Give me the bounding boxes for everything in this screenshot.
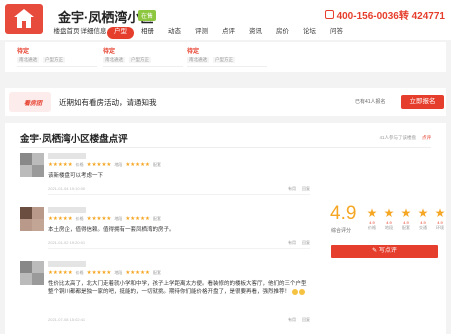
floorplan-tag: 南北通透	[103, 57, 125, 63]
star-icon: ★★★★★	[125, 162, 150, 168]
avatar	[20, 261, 44, 285]
main-nav: 楼盘首页 详细信息 户型 相册 动态 评测 点评 资讯 房价 论坛 问答	[53, 27, 350, 39]
review-item: ★★★★★ 价格 ★★★★★ 地段 ★★★★★ 配套 该新楼盘可以考虑一下 20…	[20, 153, 310, 197]
phone-icon	[324, 10, 334, 19]
star-icon: ★★★★★	[48, 162, 73, 168]
review-text: 本土房企，值得信赖。值得拥有一套凤栖湾的房子。	[48, 227, 175, 233]
star-icon: ★★★★★	[86, 270, 112, 276]
phone-number[interactable]: 400-156-0036转 424771	[324, 7, 445, 22]
review-actions: 有用 回复	[288, 240, 310, 246]
header: 金宇·凤栖湾小区 在售 400-156-0036转 424771 楼盘首页 详细…	[0, 0, 451, 40]
star-icon: ★	[434, 206, 446, 220]
star-icon: ★★★★★	[48, 270, 73, 276]
floorplan-tag: 户型方正	[213, 57, 235, 63]
star-icon: ★	[417, 206, 429, 220]
review-date: 2021-01-04 19:10:00	[48, 186, 86, 191]
house-icon	[14, 9, 34, 17]
star-icon: ★★★★★	[125, 216, 150, 222]
reviews-participant-count: 41人参与了该楼盘	[379, 135, 416, 140]
smile-emoji-icon	[299, 288, 306, 295]
nav-price[interactable]: 房价	[269, 27, 296, 39]
floorplan-tag: 户型方正	[43, 57, 65, 63]
star-icon: ★★★★★	[86, 162, 112, 168]
review-date: 2021-01-02 19:20:01	[48, 240, 86, 245]
useful-button[interactable]: 有用	[288, 186, 296, 192]
star-icon: ★★★★★	[48, 216, 73, 222]
smile-emoji-icon	[291, 288, 298, 295]
review-stars: ★★★★★ 价格 ★★★★★ 地段 ★★★★★ 配套	[48, 270, 161, 276]
nav-articles[interactable]: 资讯	[242, 27, 269, 39]
review-text: 性价比太高了，北大门走着就小学和中学，孩子上学距离太方便。看装修的的楼板大客厅，…	[48, 281, 307, 295]
signup-count: 已有41人报名	[355, 99, 386, 105]
star-icon: ★	[400, 206, 412, 220]
floorplan-card[interactable]: 待定 南北通透 户型方正	[103, 46, 183, 67]
star-icon: ★★★★★	[86, 216, 112, 222]
star-icon: ★★★★★	[125, 270, 150, 276]
floorplan-card[interactable]: 待定 南北通透 户型方正	[187, 46, 267, 67]
phone-text: 400-156-0036转 424771	[336, 11, 445, 22]
edit-icon: ✎	[372, 248, 379, 254]
viewing-tour-icon: 看房团	[9, 92, 51, 112]
floorplan-tag: 南北通透	[187, 57, 209, 63]
floorplan-tag: 南北通透	[17, 57, 39, 63]
viewing-tour-bar: 看房团 近期如有看房活动，请通知我 已有41人报名 立即报名	[5, 88, 446, 116]
nav-details[interactable]: 详细信息	[80, 27, 107, 39]
username-blurred	[48, 207, 86, 213]
viewing-tour-text: 近期如有看房活动，请通知我	[59, 98, 157, 107]
score-breakdown: ★ 4.9 价格 ★ 4.9 地段 ★ 4.9 配套 ★ 4.9 交通 ★ 4.	[365, 207, 447, 231]
property-logo[interactable]	[5, 4, 43, 34]
floorplan-status: 待定	[103, 49, 116, 55]
nav-reviews[interactable]: 点评	[215, 27, 242, 39]
page: 金宇·凤栖湾小区 在售 400-156-0036转 424771 楼盘首页 详细…	[0, 0, 451, 334]
review-date: 2021-07-08 15:02:41	[48, 317, 86, 322]
floorplan-card[interactable]: 待定 南北通透 户型方正	[17, 46, 97, 67]
score-dim: ★ 4.9 交通	[417, 206, 429, 230]
reviews-section: 金宇·凤栖湾小区楼盘点评 41人参与了该楼盘 点评 ★★★★★ 价格 ★★★★★…	[5, 123, 446, 334]
reply-button[interactable]: 回复	[302, 240, 310, 246]
nav-forum[interactable]: 论坛	[296, 27, 323, 39]
score-dim: ★ 4.9 配套	[400, 206, 412, 230]
review-actions: 有用 回复	[288, 186, 310, 192]
nav-home[interactable]: 楼盘首页	[53, 27, 80, 39]
review-stars: ★★★★★ 价格 ★★★★★ 地段 ★★★★★ 配套	[48, 216, 161, 222]
star-icon: ★	[383, 206, 395, 220]
sale-badge: 在售	[138, 10, 157, 21]
overall-score: 4.9	[330, 203, 357, 224]
avatar	[20, 153, 44, 177]
review-text: 该新楼盘可以考虑一下	[48, 173, 104, 179]
nav-floorplan[interactable]: 户型	[107, 27, 134, 39]
floorplan-tag: 户型方正	[129, 57, 151, 63]
nav-news-feed[interactable]: 动态	[161, 27, 188, 39]
star-icon: ★	[366, 206, 378, 220]
nav-qa[interactable]: 问答	[323, 27, 350, 39]
reviews-meta: 41人参与了该楼盘 点评	[379, 135, 431, 141]
floorplan-strip: 待定 南北通透 户型方正 待定 南北通透 户型方正 待定 南北通透 户型方正	[5, 42, 446, 72]
review-stars: ★★★★★ 价格 ★★★★★ 地段 ★★★★★ 配套	[48, 162, 161, 168]
floorplan-status: 待定	[17, 49, 30, 55]
signup-button[interactable]: 立即报名	[401, 95, 444, 109]
reviews-title: 金宇·凤栖湾小区楼盘点评	[20, 134, 128, 145]
reply-button[interactable]: 回复	[302, 317, 310, 323]
useful-button[interactable]: 有用	[288, 240, 296, 246]
avatar	[20, 207, 44, 231]
review-item: ★★★★★ 价格 ★★★★★ 地段 ★★★★★ 配套 性价比太高了，北大门走着就…	[20, 261, 310, 331]
review-item: ★★★★★ 价格 ★★★★★ 地段 ★★★★★ 配套 本土房企，值得信赖。值得拥…	[20, 207, 310, 251]
username-blurred	[48, 153, 86, 159]
reply-button[interactable]: 回复	[302, 186, 310, 192]
score-dim: ★ 4.9 价格	[366, 206, 378, 230]
reviews-write-link[interactable]: 点评	[422, 135, 431, 141]
nav-album[interactable]: 相册	[134, 27, 161, 39]
score-dim: ★ 4.9 地段	[383, 206, 395, 230]
floorplan-status: 待定	[187, 49, 200, 55]
nav-evaluation[interactable]: 评测	[188, 27, 215, 39]
score-dim: ★ 4.9 环境	[434, 206, 446, 230]
review-actions: 有用 回复	[288, 317, 310, 323]
write-review-button[interactable]: ✎ 写点评	[331, 245, 438, 258]
viewing-tour-tag: 看房团	[24, 101, 43, 107]
useful-button[interactable]: 有用	[288, 317, 296, 323]
username-blurred	[48, 261, 86, 267]
overall-score-label: 综合评分	[331, 228, 352, 234]
